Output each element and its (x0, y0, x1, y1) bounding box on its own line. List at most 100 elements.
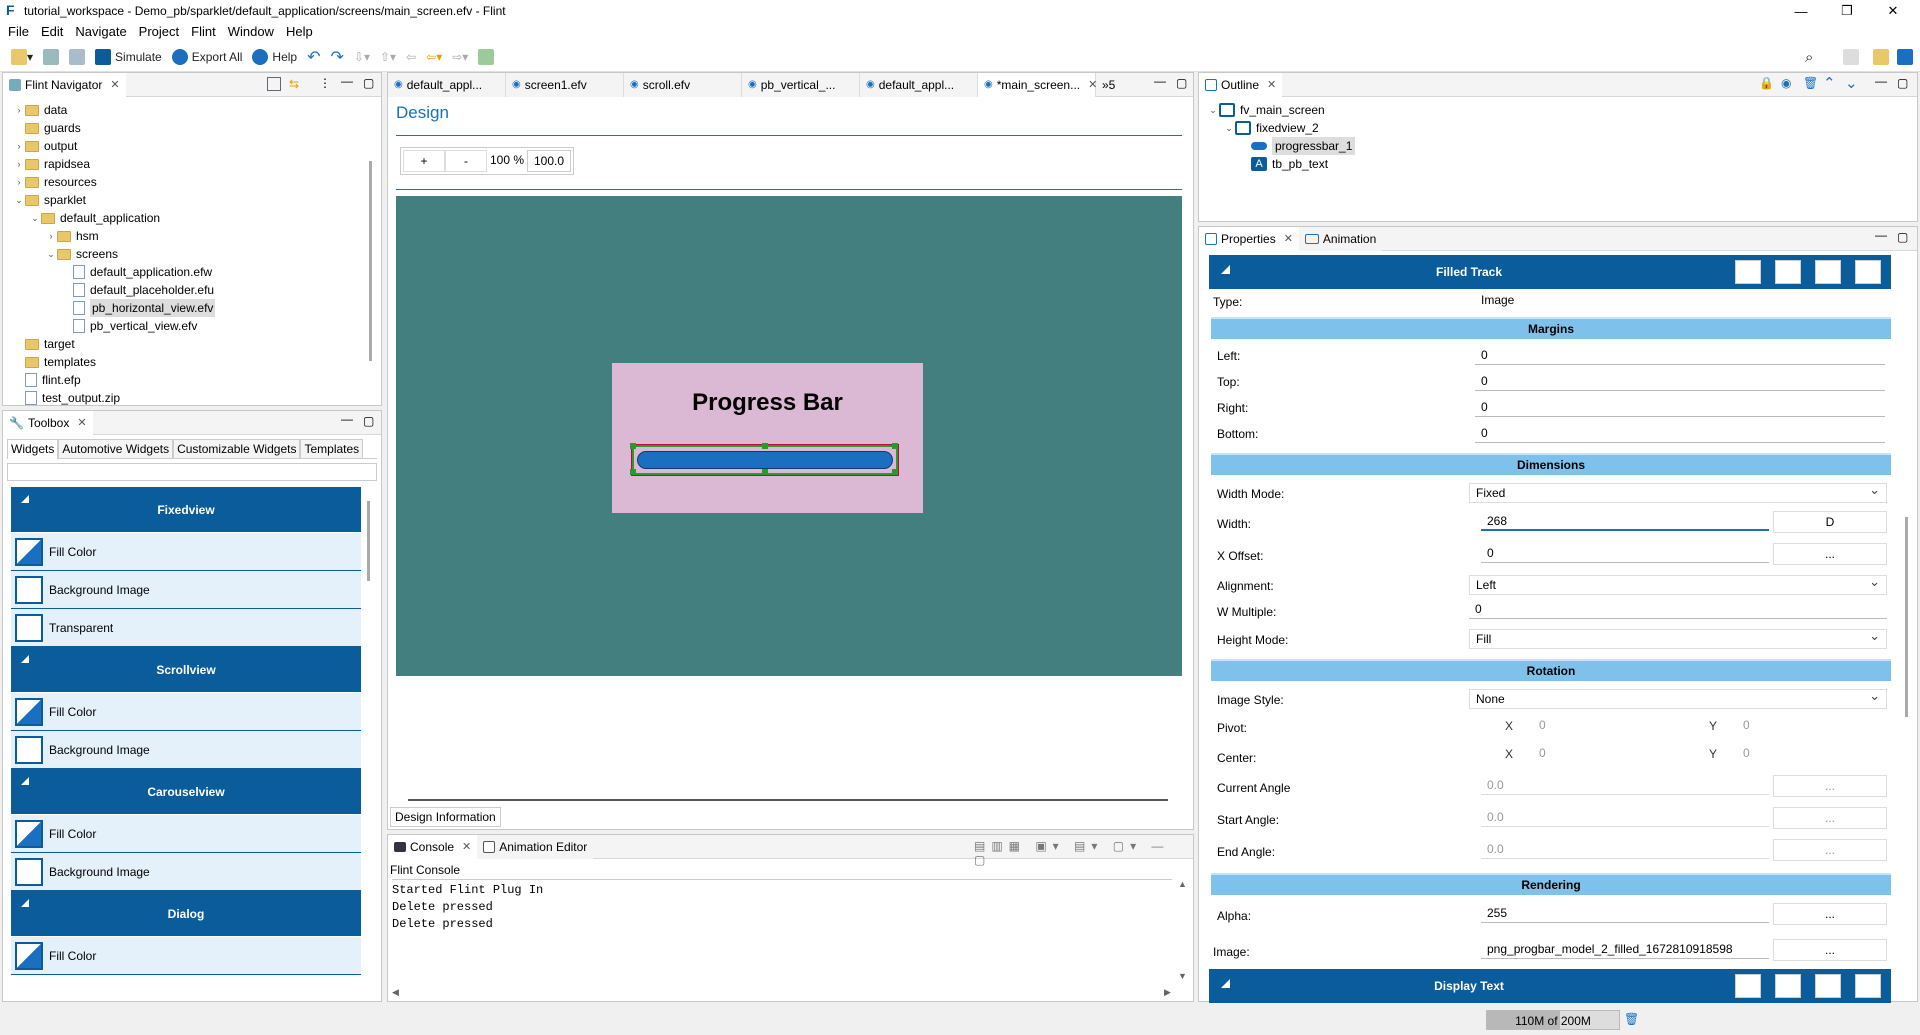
center-x-input[interactable]: 0 (1533, 743, 1679, 763)
center-y-input[interactable]: 0 (1737, 743, 1883, 763)
save-all-icon[interactable] (66, 46, 88, 68)
console-hscroll[interactable]: ◀ (392, 987, 399, 998)
expand-arrow-icon[interactable]: ⌄ (45, 245, 57, 263)
nav-up-icon[interactable]: ⇧▾ (377, 46, 399, 68)
expand-arrow-icon[interactable]: › (13, 137, 25, 155)
toolbox-item[interactable]: Fill Color (11, 815, 361, 853)
maximize-view-icon[interactable]: ▢ (1897, 230, 1908, 244)
image-browse-button[interactable]: ... (1773, 939, 1887, 961)
editor-tab[interactable]: ◉ screen1.efv (506, 72, 624, 97)
start-angle-button[interactable]: ... (1773, 807, 1887, 829)
navigator-item[interactable]: › hsm (3, 227, 381, 245)
menu-file[interactable]: File (2, 22, 35, 42)
margin-bottom-input[interactable]: 0 (1475, 423, 1885, 443)
close-icon[interactable]: ✕ (77, 416, 86, 429)
menu-navigate[interactable]: Navigate (69, 22, 132, 42)
outline-item[interactable]: ⌄ fv_main_screen (1199, 101, 1917, 119)
design-canvas[interactable]: Progress Bar (396, 196, 1182, 676)
menu-project[interactable]: Project (133, 22, 185, 42)
width-dimension-button[interactable]: D (1773, 511, 1887, 533)
layout-icon[interactable] (1855, 974, 1881, 998)
zoom-out-button[interactable]: - (445, 150, 487, 172)
expand-arrow-icon[interactable]: › (45, 227, 57, 245)
toolbox-item[interactable]: Background Image (11, 731, 361, 769)
color-swatch-icon[interactable] (1735, 974, 1761, 998)
outline-item[interactable]: progressbar_1 (1199, 137, 1917, 155)
design-information-tab[interactable]: Design Information (390, 807, 501, 827)
current-angle-input[interactable]: 0.0 (1481, 775, 1769, 795)
lock-icon[interactable]: 🔒 (1759, 76, 1774, 90)
menu-flint[interactable]: Flint (185, 22, 222, 42)
forward-icon[interactable]: ⇨▾ (449, 46, 471, 68)
toolbox-item[interactable]: Fill Color (11, 693, 361, 731)
toolbox-item[interactable]: Fill Color (11, 937, 361, 975)
simulate-button[interactable]: Simulate (92, 46, 165, 68)
editor-tab[interactable]: ◉ default_appl... (388, 72, 506, 97)
console-hscroll-right[interactable]: ▶ (1164, 987, 1171, 998)
nav-down-icon[interactable]: ⇩▾ (351, 46, 373, 68)
navigator-item[interactable]: ⌄ screens (3, 245, 381, 263)
navigator-item[interactable]: default_placeholder.efu (3, 281, 381, 299)
minimize-view-icon[interactable]: — (1875, 74, 1887, 88)
flint-perspective-icon[interactable] (1894, 46, 1916, 68)
redo-icon[interactable]: ↷ (328, 46, 347, 68)
close-icon[interactable]: ✕ (1284, 232, 1293, 245)
tab-properties[interactable]: Properties ✕ (1199, 226, 1299, 251)
editor-tab[interactable]: ◉ default_appl... (860, 72, 978, 97)
navigator-item[interactable]: › data (3, 101, 381, 119)
editor-tab[interactable]: ◉ *main_screen... ✕ (978, 72, 1097, 97)
tab-console[interactable]: Console ✕ (388, 834, 478, 859)
export-all-button[interactable]: Export All (169, 46, 246, 68)
expand-icon[interactable] (1775, 974, 1801, 998)
toolbox-search-input[interactable] (7, 463, 377, 481)
close-icon[interactable]: ✕ (110, 78, 119, 91)
resize-handle[interactable] (630, 469, 636, 475)
alpha-button[interactable]: ... (1773, 903, 1887, 925)
garbage-collect-icon[interactable]: 🗑 (1624, 1012, 1639, 1026)
navigator-item[interactable]: ⌄ sparklet (3, 191, 381, 209)
outline-item[interactable]: Atb_pb_text (1199, 155, 1917, 173)
minimize-view-icon[interactable]: — (1875, 228, 1887, 242)
toolbox-group-header[interactable]: Scrollview (11, 647, 361, 693)
outline-item[interactable]: ⌄ fixedview_2 (1199, 119, 1917, 137)
width-input[interactable]: 268 (1481, 511, 1769, 531)
resize-handle[interactable] (630, 443, 636, 449)
filled-track-header[interactable]: Filled Track (1209, 255, 1891, 289)
delete-icon[interactable]: 🗑 (1803, 76, 1818, 90)
back-icon[interactable]: ⇦ (403, 46, 419, 68)
visibility-icon[interactable]: ◉ (1781, 76, 1791, 90)
resource-perspective-icon[interactable] (1870, 46, 1892, 68)
navigator-item[interactable]: templates (3, 353, 381, 371)
toolbox-group-header[interactable]: Carouselview (11, 769, 361, 815)
minimize-view-icon[interactable]: — (1154, 74, 1166, 88)
toolbox-item[interactable]: Background Image (11, 853, 361, 891)
expand-icon[interactable] (1775, 260, 1801, 284)
resize-handle[interactable] (762, 443, 768, 449)
maximize-view-icon[interactable]: ▢ (1897, 76, 1908, 90)
align-icon[interactable] (1815, 974, 1841, 998)
tab-animation[interactable]: Animation (1298, 226, 1383, 251)
memory-indicator[interactable]: 110M of 200M (1486, 1010, 1620, 1030)
navigator-item[interactable]: › resources (3, 173, 381, 191)
height-mode-select[interactable]: Fill (1469, 627, 1887, 649)
minimize-view-icon[interactable]: — (341, 412, 353, 426)
align-icon[interactable] (1815, 260, 1841, 284)
expand-arrow-icon[interactable]: ⌄ (29, 209, 41, 227)
margin-left-input[interactable]: 0 (1475, 345, 1885, 365)
save-icon[interactable] (40, 46, 62, 68)
current-angle-button[interactable]: ... (1773, 775, 1887, 797)
width-mode-select[interactable]: Fixed (1469, 481, 1887, 503)
image-input[interactable]: png_progbar_model_2_filled_1672810918598 (1481, 939, 1769, 959)
tab-animation-editor[interactable]: Animation Editor (477, 834, 594, 859)
toolbox-tab-automotive[interactable]: Automotive Widgets (58, 438, 174, 459)
collapse-all-icon[interactable] (267, 77, 281, 91)
toolbox-item[interactable]: Fill Color (11, 533, 361, 571)
expand-arrow-icon[interactable]: › (13, 101, 25, 119)
console-scrollbar-down[interactable]: ▼ (1178, 971, 1187, 981)
rendering-section[interactable]: Rendering (1211, 873, 1891, 895)
expand-arrow-icon[interactable]: ⌄ (1207, 101, 1219, 119)
search-icon[interactable]: ⌕ (1802, 46, 1816, 68)
expand-arrow-icon[interactable]: ⌄ (13, 191, 25, 209)
x-offset-input[interactable]: 0 (1481, 543, 1769, 563)
navigator-item[interactable]: › output (3, 137, 381, 155)
